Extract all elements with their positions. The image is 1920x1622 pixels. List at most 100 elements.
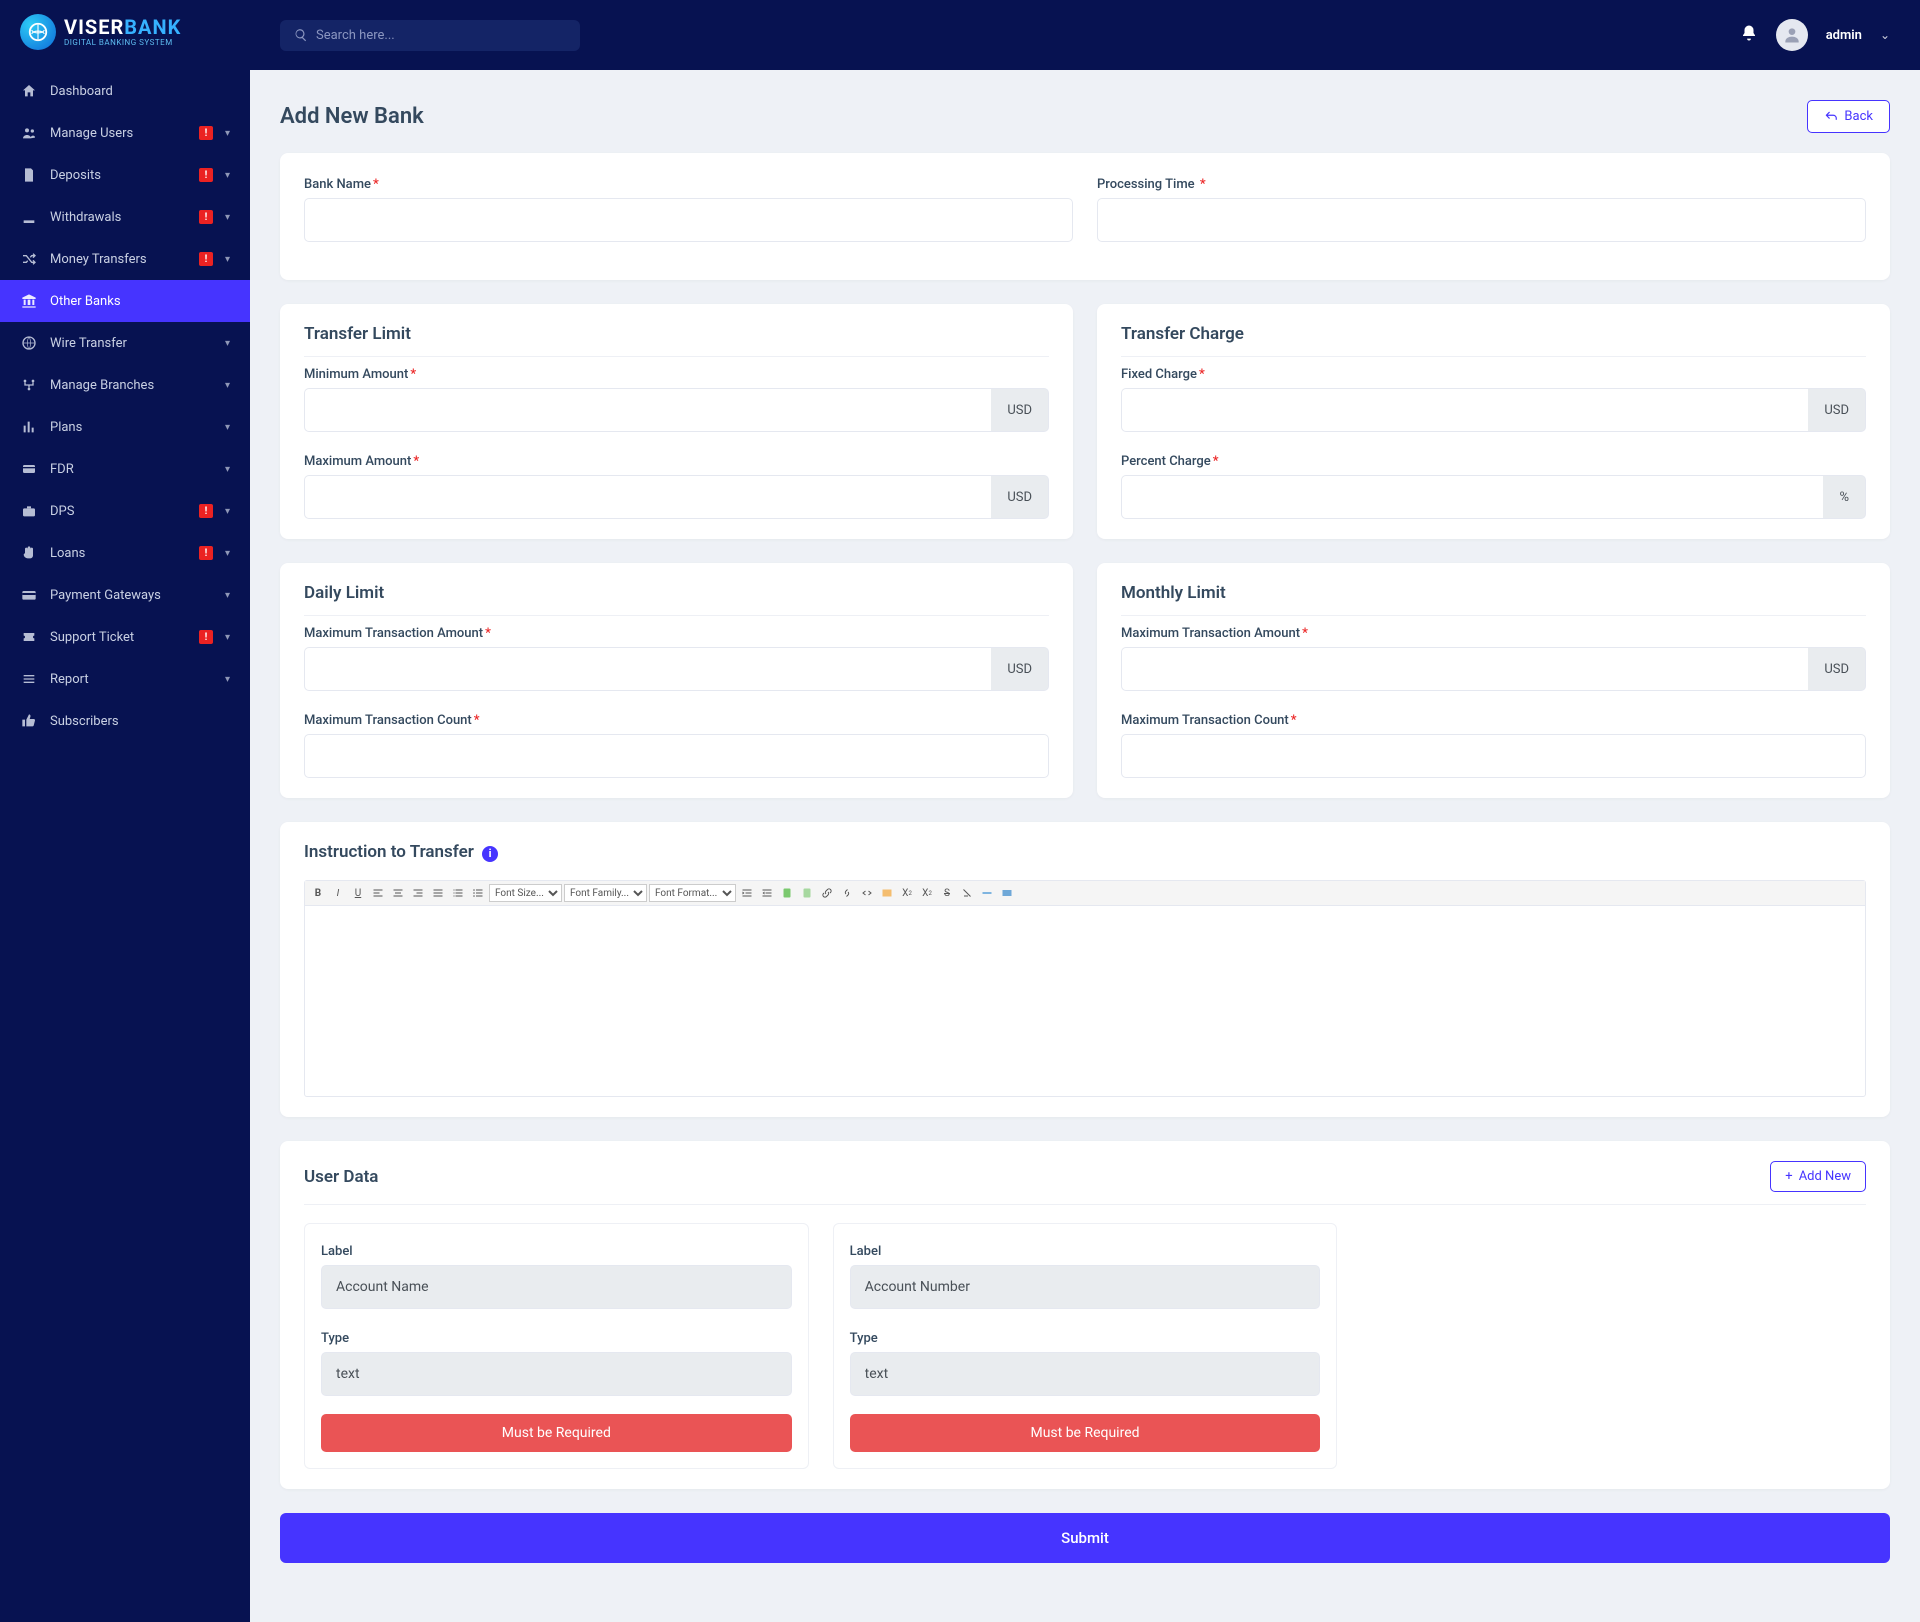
sidebar-item-label: Plans — [50, 420, 213, 435]
must-required-button[interactable]: Must be Required — [321, 1414, 792, 1452]
sidebar-item-fdr[interactable]: FDR ▾ — [0, 448, 250, 490]
sidebar-item-support-ticket[interactable]: Support Ticket ! ▾ — [0, 616, 250, 658]
bank-icon — [20, 292, 38, 310]
sidebar-item-payment-gateways[interactable]: Payment Gateways ▾ — [0, 574, 250, 616]
align-center-button[interactable] — [389, 884, 407, 902]
max-amount-input[interactable] — [304, 475, 991, 519]
min-amount-input[interactable] — [304, 388, 991, 432]
code-button[interactable] — [858, 884, 876, 902]
fixed-charge-label: Fixed Charge* — [1121, 367, 1205, 382]
logo[interactable]: VISERBANK DIGITAL BANKING SYSTEM — [0, 0, 250, 64]
align-right-button[interactable] — [409, 884, 427, 902]
sidebar-item-manage-users[interactable]: Manage Users ! ▾ — [0, 112, 250, 154]
clear-format-button[interactable] — [958, 884, 976, 902]
sidebar-item-deposits[interactable]: Deposits ! ▾ — [0, 154, 250, 196]
plus-icon: + — [1785, 1169, 1792, 1184]
bold-button[interactable]: B — [309, 884, 327, 902]
font-format-select[interactable]: Font Format... — [649, 884, 736, 902]
monthly-max-amount-label: Maximum Transaction Amount* — [1121, 626, 1308, 641]
back-button[interactable]: Back — [1807, 100, 1890, 133]
submit-button[interactable]: Submit — [280, 1513, 1890, 1563]
ticket-icon — [20, 628, 38, 646]
percent-charge-input[interactable] — [1121, 475, 1823, 519]
must-required-button[interactable]: Must be Required — [850, 1414, 1321, 1452]
ordered-list-button[interactable] — [449, 884, 467, 902]
sidebar-item-plans[interactable]: Plans ▾ — [0, 406, 250, 448]
search-input[interactable] — [316, 28, 566, 43]
sidebar-item-manage-branches[interactable]: Manage Branches ▾ — [0, 364, 250, 406]
currency-suffix: USD — [1808, 647, 1866, 691]
image-button[interactable] — [878, 884, 896, 902]
italic-button[interactable]: I — [329, 884, 347, 902]
ud-type-label: Type — [321, 1331, 349, 1346]
sidebar-item-money-transfers[interactable]: Money Transfers ! ▾ — [0, 238, 250, 280]
daily-max-count-input[interactable] — [304, 734, 1049, 778]
sidebar-item-dashboard[interactable]: Dashboard — [0, 70, 250, 112]
shuffle-icon — [20, 250, 38, 268]
fixed-charge-input[interactable] — [1121, 388, 1808, 432]
sidebar-item-label: Money Transfers — [50, 252, 187, 267]
ud-type-input[interactable] — [850, 1352, 1321, 1396]
hr-button[interactable] — [978, 884, 996, 902]
ud-label-input[interactable] — [321, 1265, 792, 1309]
wire-icon — [20, 334, 38, 352]
ud-type-label: Type — [850, 1331, 878, 1346]
paste-button[interactable] — [778, 884, 796, 902]
ud-label-input[interactable] — [850, 1265, 1321, 1309]
logo-icon — [20, 14, 56, 50]
sidebar-item-report[interactable]: Report ▾ — [0, 658, 250, 700]
sidebar-item-other-banks[interactable]: Other Banks — [0, 280, 250, 322]
notifications-button[interactable] — [1740, 24, 1758, 46]
video-button[interactable] — [998, 884, 1016, 902]
paste-text-button[interactable] — [798, 884, 816, 902]
link-button[interactable] — [818, 884, 836, 902]
user-data-title: User Data — [304, 1167, 378, 1187]
indent-button[interactable] — [738, 884, 756, 902]
daily-max-amount-label: Maximum Transaction Amount* — [304, 626, 491, 641]
info-icon[interactable]: i — [482, 846, 498, 862]
outdent-button[interactable] — [758, 884, 776, 902]
sidebar-item-label: Dashboard — [50, 84, 230, 99]
home-icon — [20, 82, 38, 100]
sidebar-item-loans[interactable]: Loans ! ▾ — [0, 532, 250, 574]
chevron-down-icon[interactable]: ⌄ — [1880, 28, 1890, 42]
sidebar-item-withdrawals[interactable]: Withdrawals ! ▾ — [0, 196, 250, 238]
sidebar-item-label: Withdrawals — [50, 210, 187, 225]
bank-name-label: Bank Name* — [304, 177, 379, 192]
sidebar-item-label: Loans — [50, 546, 187, 561]
sidebar-item-dps[interactable]: DPS ! ▾ — [0, 490, 250, 532]
unlink-button[interactable] — [838, 884, 856, 902]
align-left-button[interactable] — [369, 884, 387, 902]
chevron-down-icon: ▾ — [225, 128, 230, 139]
sidebar-item-wire-transfer[interactable]: Wire Transfer ▾ — [0, 322, 250, 364]
sidebar: VISERBANK DIGITAL BANKING SYSTEM Dashboa… — [0, 0, 250, 1622]
add-new-button[interactable]: + Add New — [1770, 1161, 1866, 1192]
font-family-select[interactable]: Font Family... — [564, 884, 647, 902]
search-box[interactable] — [280, 20, 580, 51]
bank-name-input[interactable] — [304, 198, 1073, 242]
currency-suffix: USD — [991, 388, 1049, 432]
monthly-max-count-input[interactable] — [1121, 734, 1866, 778]
font-size-select[interactable]: Font Size... — [489, 884, 562, 902]
transfer-limit-title: Transfer Limit — [304, 324, 1049, 357]
editor-area[interactable] — [305, 906, 1865, 1096]
subscript-button[interactable]: X2 — [898, 884, 916, 902]
monthly-max-count-label: Maximum Transaction Count* — [1121, 713, 1297, 728]
strikethrough-button[interactable]: S — [938, 884, 956, 902]
superscript-button[interactable]: X2 — [918, 884, 936, 902]
ud-type-input[interactable] — [321, 1352, 792, 1396]
processing-time-input[interactable] — [1097, 198, 1866, 242]
unordered-list-button[interactable] — [469, 884, 487, 902]
underline-button[interactable]: U — [349, 884, 367, 902]
monthly-max-amount-input[interactable] — [1121, 647, 1808, 691]
currency-suffix: USD — [1808, 388, 1866, 432]
avatar[interactable] — [1776, 19, 1808, 51]
sidebar-item-subscribers[interactable]: Subscribers — [0, 700, 250, 742]
alert-badge: ! — [199, 630, 213, 644]
chevron-down-icon: ▾ — [225, 170, 230, 181]
search-icon — [294, 28, 308, 42]
alert-badge: ! — [199, 210, 213, 224]
daily-max-amount-input[interactable] — [304, 647, 991, 691]
nav: Dashboard Manage Users ! ▾ Deposits ! ▾ … — [0, 64, 250, 742]
align-justify-button[interactable] — [429, 884, 447, 902]
